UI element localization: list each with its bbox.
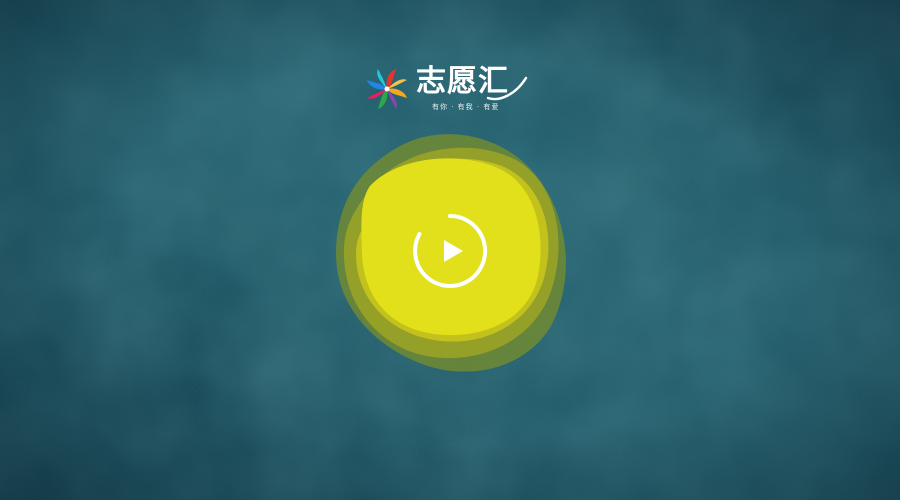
brand-logo: 志愿汇 有你 · 有我 · 有爱 — [364, 64, 534, 114]
play-button[interactable] — [411, 212, 489, 290]
swoosh-icon — [486, 76, 528, 101]
pinwheel-icon — [367, 69, 407, 109]
play-icon — [413, 213, 488, 288]
brand-tagline: 有你 · 有我 · 有爱 — [432, 103, 500, 111]
video-player-stage[interactable]: 志愿汇 有你 · 有我 · 有爱 — [0, 0, 900, 500]
